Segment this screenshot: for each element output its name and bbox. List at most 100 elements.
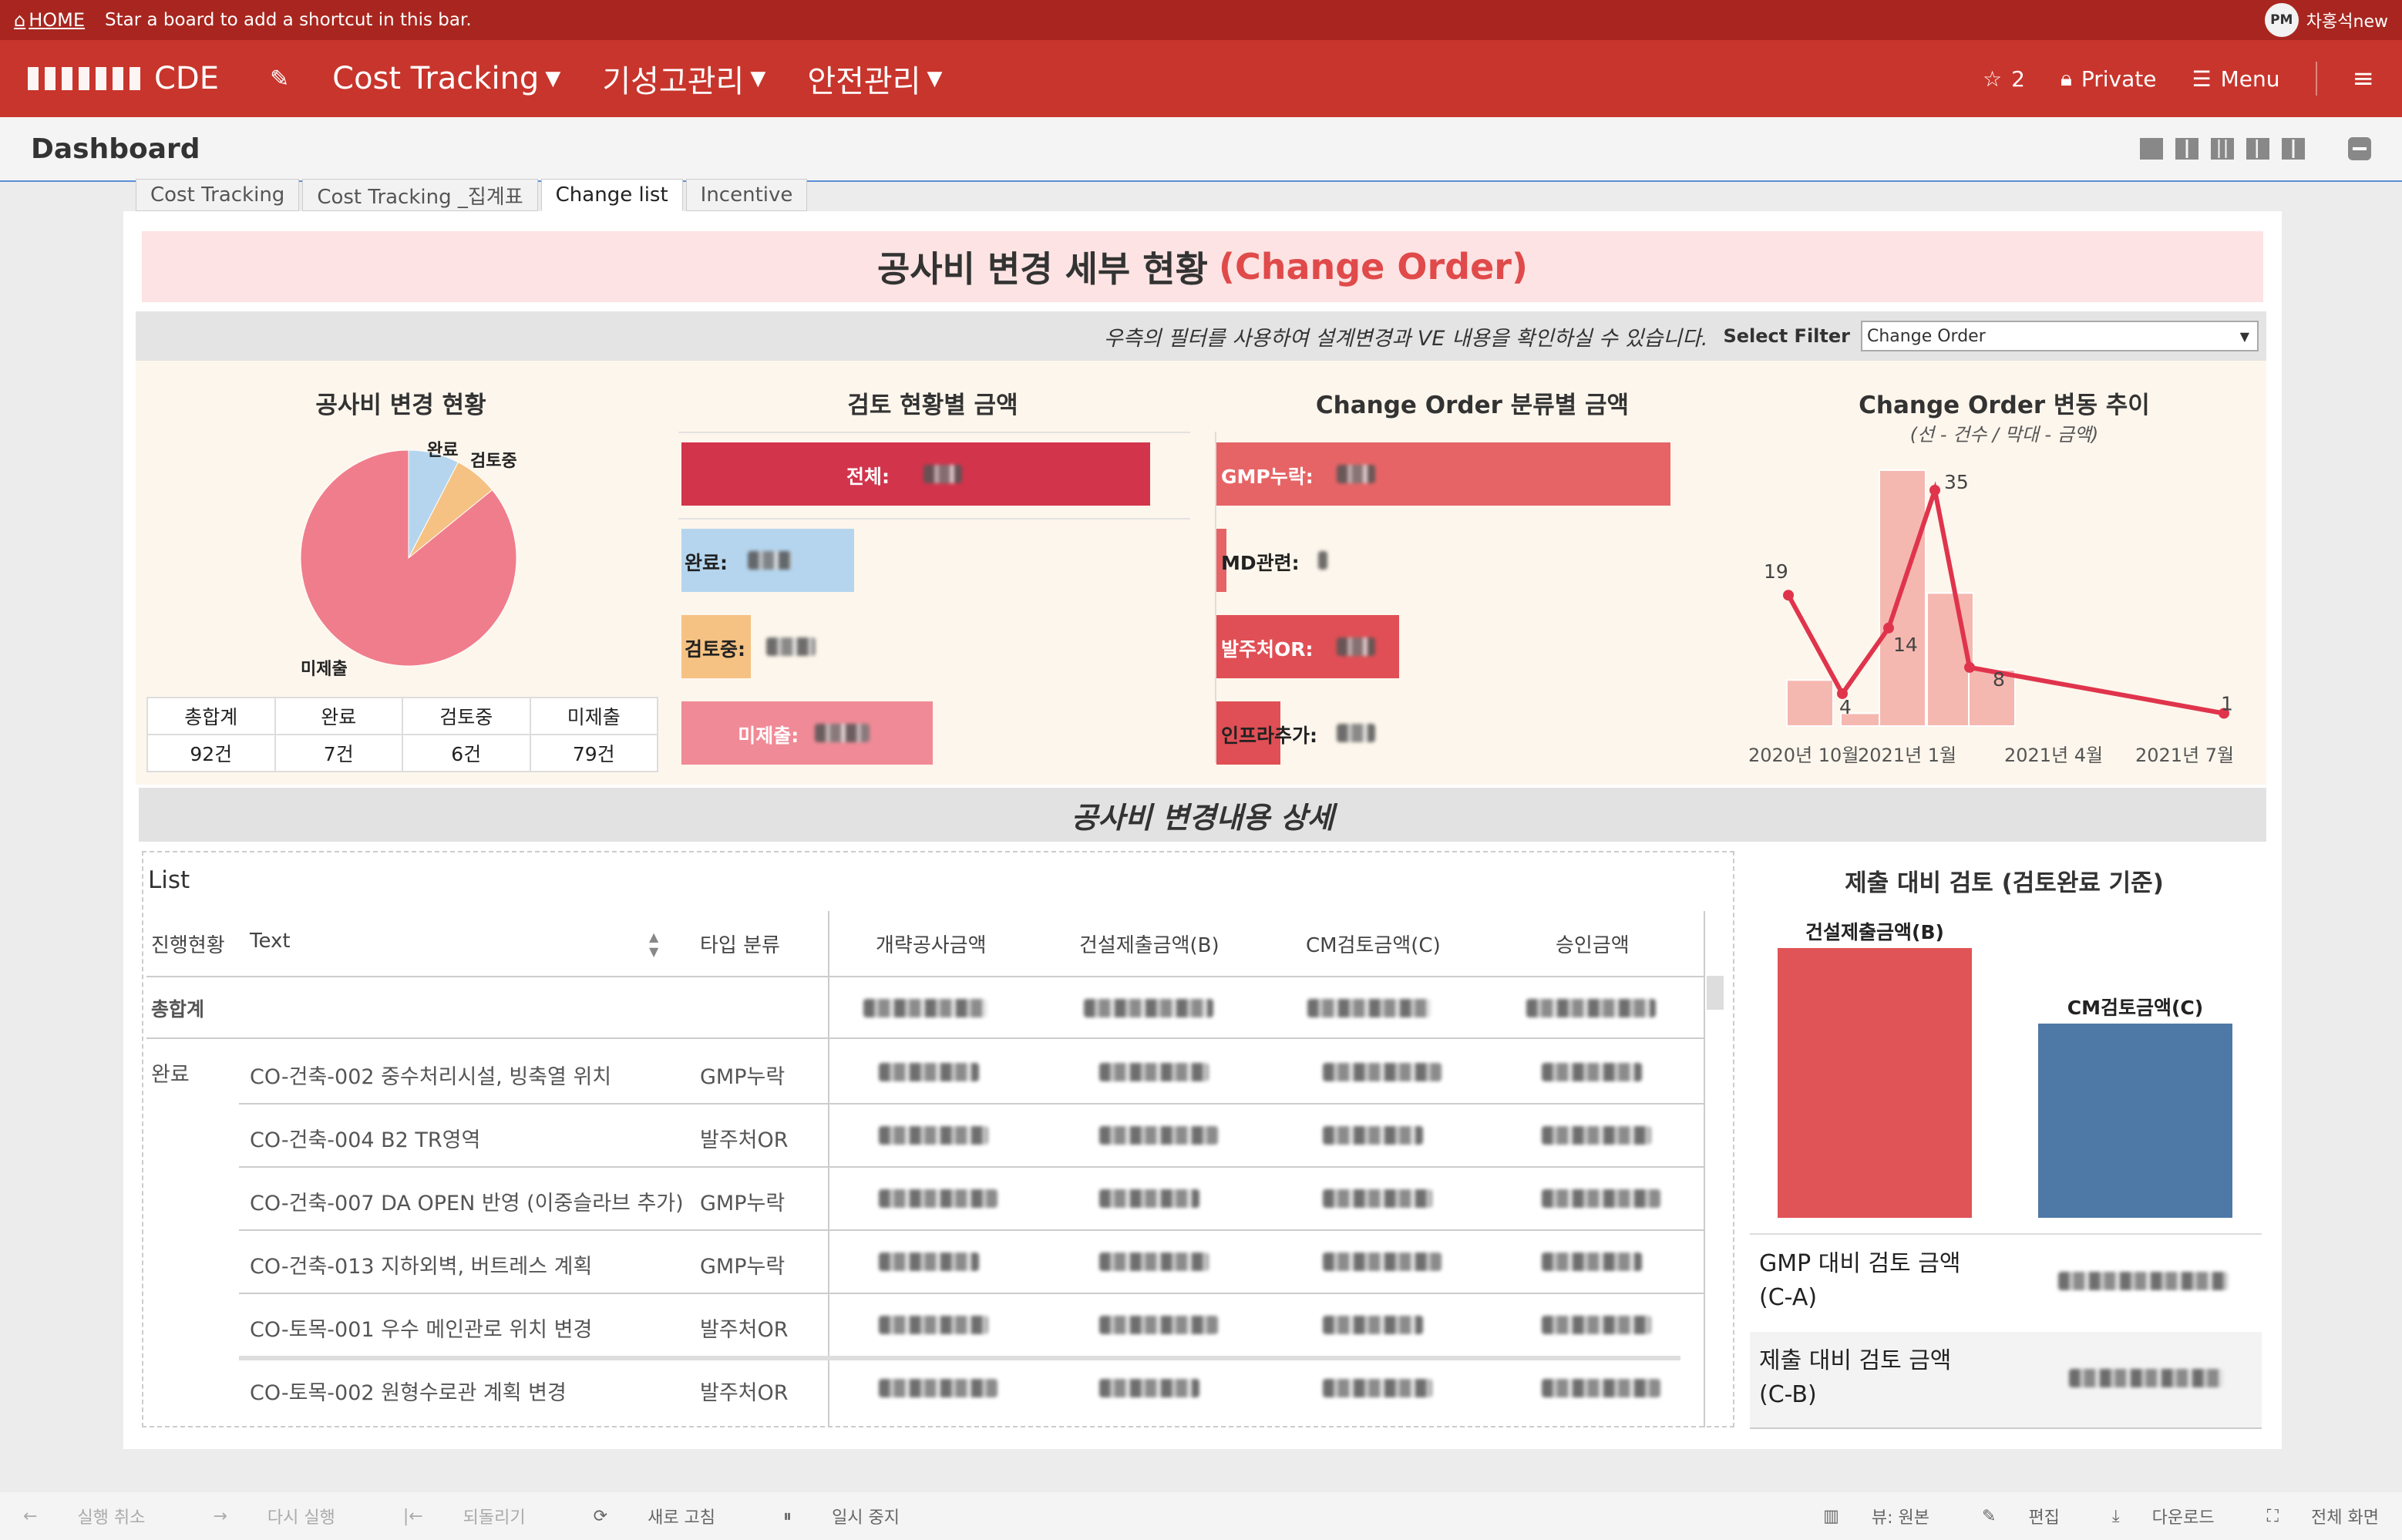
fullscreen-button[interactable]: ⛶ 전체 화면 [2241,1504,2379,1528]
compare-bar-label: 건설제출금액(B) [1805,921,1944,943]
row-text: CO-토목-001 우수 메인관로 위치 변경 [250,1318,593,1342]
redacted-value [1542,1189,1660,1208]
hamburger-button[interactable]: ≡ [2353,63,2375,94]
bar-label: 발주처OR: [1221,638,1314,661]
menu-button[interactable]: ☰ Menu [2192,66,2280,92]
user-menu[interactable]: PM 차홍석new [2264,3,2388,37]
nav-menu-cost-tracking[interactable]: Cost Tracking ▼ [315,61,577,96]
review-title: 검토 현황별 금액 [847,392,1018,419]
category-title: Change Order 분류별 금액 [1315,392,1630,419]
layout-mixed-icon[interactable] [2246,138,2269,160]
pie-title: 공사비 변경 현황 [315,392,486,419]
bar-label: 인프라추가: [1221,725,1317,747]
refresh-button[interactable]: ⟳ 새로 고침 [594,1504,749,1528]
column-header-est-cost[interactable]: 개략공사금액 [876,930,987,958]
trend-point[interactable] [1783,590,1794,601]
redacted-value [1099,1063,1209,1081]
bar-row[interactable]: 인프라추가: [1216,701,1710,765]
collapse-icon[interactable] [2348,137,2371,160]
scrollbar-thumb[interactable] [1707,976,1724,1010]
column-header-status[interactable]: 진행현황 [151,930,225,958]
privacy-button[interactable]: 🔒︎ Private [2061,66,2157,92]
column-header-submitted[interactable]: 건설제출금액(B) [1079,930,1220,958]
caret-down-icon: ▼ [927,67,943,90]
table-cell: 6건 [403,735,531,771]
list-icon: ☰ [2192,66,2212,92]
bar-row[interactable]: GMP누락: [1216,442,1710,506]
compare-bar[interactable] [2038,1024,2232,1218]
column-header-text[interactable]: Text [250,930,291,953]
column-header-type[interactable]: 타입 분류 [700,930,780,958]
bar-row[interactable]: 발주처OR: [1216,615,1710,678]
redacted-value [879,1063,979,1081]
trend-point[interactable] [1883,622,1894,634]
view-original-button[interactable]: ▥ 뷰: 원본 [1797,1504,1929,1528]
trend-bar[interactable] [1786,679,1834,727]
table-row[interactable]: CO-건축-004 B2 TR영역 발주처OR [239,1104,1704,1168]
edit-button[interactable]: ✎ 편집 [1956,1504,2060,1528]
avatar: PM [2264,3,2299,37]
table-row[interactable]: CO-건축-007 DA OPEN 반영 (이중슬라브 추가) GMP누락 [239,1167,1704,1231]
trend-bar[interactable] [1968,668,2016,727]
undo-button[interactable]: ← 실행 취소 [23,1504,179,1528]
layout-grid-icon[interactable] [2282,138,2305,160]
redacted-value [1323,1126,1423,1145]
table-row[interactable]: CO-토목-001 우수 메인관로 위치 변경 발주처OR [239,1293,1704,1360]
bar-row[interactable]: 전체: [681,442,1175,506]
trend-point[interactable] [1964,661,1975,673]
row-text: CO-토목-002 원형수로관 계획 변경 [250,1381,567,1405]
trend-point-label: 8 [1993,668,2005,691]
edit-icon[interactable]: ✎ [270,66,289,92]
bar-row[interactable]: 완료: [681,529,1175,592]
table-row[interactable]: CO-건축-013 지하외벽, 버트레스 계획 GMP누락 [239,1230,1704,1294]
brand-logo[interactable]: CDE [28,61,219,96]
layout-one-column-icon[interactable] [2140,138,2163,160]
tab-change-list[interactable]: Change list [540,179,683,211]
bar-row[interactable]: MD관련: [1216,529,1710,592]
bar-row[interactable]: 미제출: [681,701,1175,765]
redacted-value [1542,1126,1651,1145]
home-link[interactable]: ⌂ HOME [14,9,85,31]
pause-button[interactable]: ⏸ 일시 중지 [783,1504,934,1528]
column-header-cm-review[interactable]: CM검토금액(C) [1306,930,1441,958]
revert-button[interactable]: |← 되돌리기 [403,1504,560,1528]
filter-select[interactable]: Change Order ▼ [1861,321,2259,351]
review-bars: 전체: 완료: 검토중: 미제출: [681,442,1175,766]
layout-three-column-icon[interactable] [2211,138,2234,160]
tab-cost-tracking-summary[interactable]: Cost Tracking _집계표 [302,179,538,211]
bar-label: GMP누락: [1221,466,1314,488]
table-row[interactable]: CO-토목-002 원형수로관 계획 변경 발주처OR [239,1357,1704,1420]
trend-point-label: 14 [1893,634,1918,656]
redacted-value [2058,1272,2228,1290]
status-group-label: 완료 [151,1063,190,1087]
trend-point[interactable] [1929,485,1940,496]
compare-bar[interactable] [1778,948,1972,1218]
nav-menu-safety[interactable]: 안전관리 ▼ [790,56,959,101]
shortcut-tip: Star a board to add a shortcut in this b… [105,10,472,30]
table-row[interactable]: CO-건축-002 중수처리시설, 빙축열 위치 GMP누락 [239,1041,1704,1105]
star-button[interactable]: ☆ 2 [1983,66,2025,92]
fullscreen-icon: ⛶ [2266,1506,2279,1526]
tab-cost-tracking[interactable]: Cost Tracking [136,179,300,211]
bar-row[interactable]: 검토중: [681,615,1175,678]
column-header-approved[interactable]: 승인금액 [1556,930,1630,958]
nav-menu-progress[interactable]: 기성고관리 ▼ [585,56,782,101]
row-type: 발주처OR [700,1381,789,1405]
x-tick-label: 2021년 7월 [2135,745,2234,766]
sort-icon[interactable]: ▲ ▼ [649,930,658,959]
username: 차홍석new [2306,12,2388,32]
filter-bar: 우측의 필터를 사용하여 설계변경과 VE 내용을 확인하실 수 있습니다. S… [136,311,2266,361]
caret-down-icon: ▼ [545,67,561,90]
hamburger-icon: ≡ [2352,63,2375,94]
table-header: 총합계 [148,698,276,734]
row-text: CO-건축-002 중수처리시설, 빙축열 위치 [250,1065,612,1089]
redacted-value [766,637,816,656]
layout-two-column-icon[interactable] [2175,138,2198,160]
trend-bar[interactable] [1879,469,1926,727]
tab-incentive[interactable]: Incentive [685,179,808,211]
row-type: GMP누락 [700,1192,786,1216]
redo-button[interactable]: → 다시 실행 [213,1504,368,1528]
bar-label: 완료: [685,552,728,574]
x-tick-label: 2021년 4월 [2004,745,2103,766]
download-button[interactable]: ⤓ 다운로드 [2086,1504,2215,1528]
